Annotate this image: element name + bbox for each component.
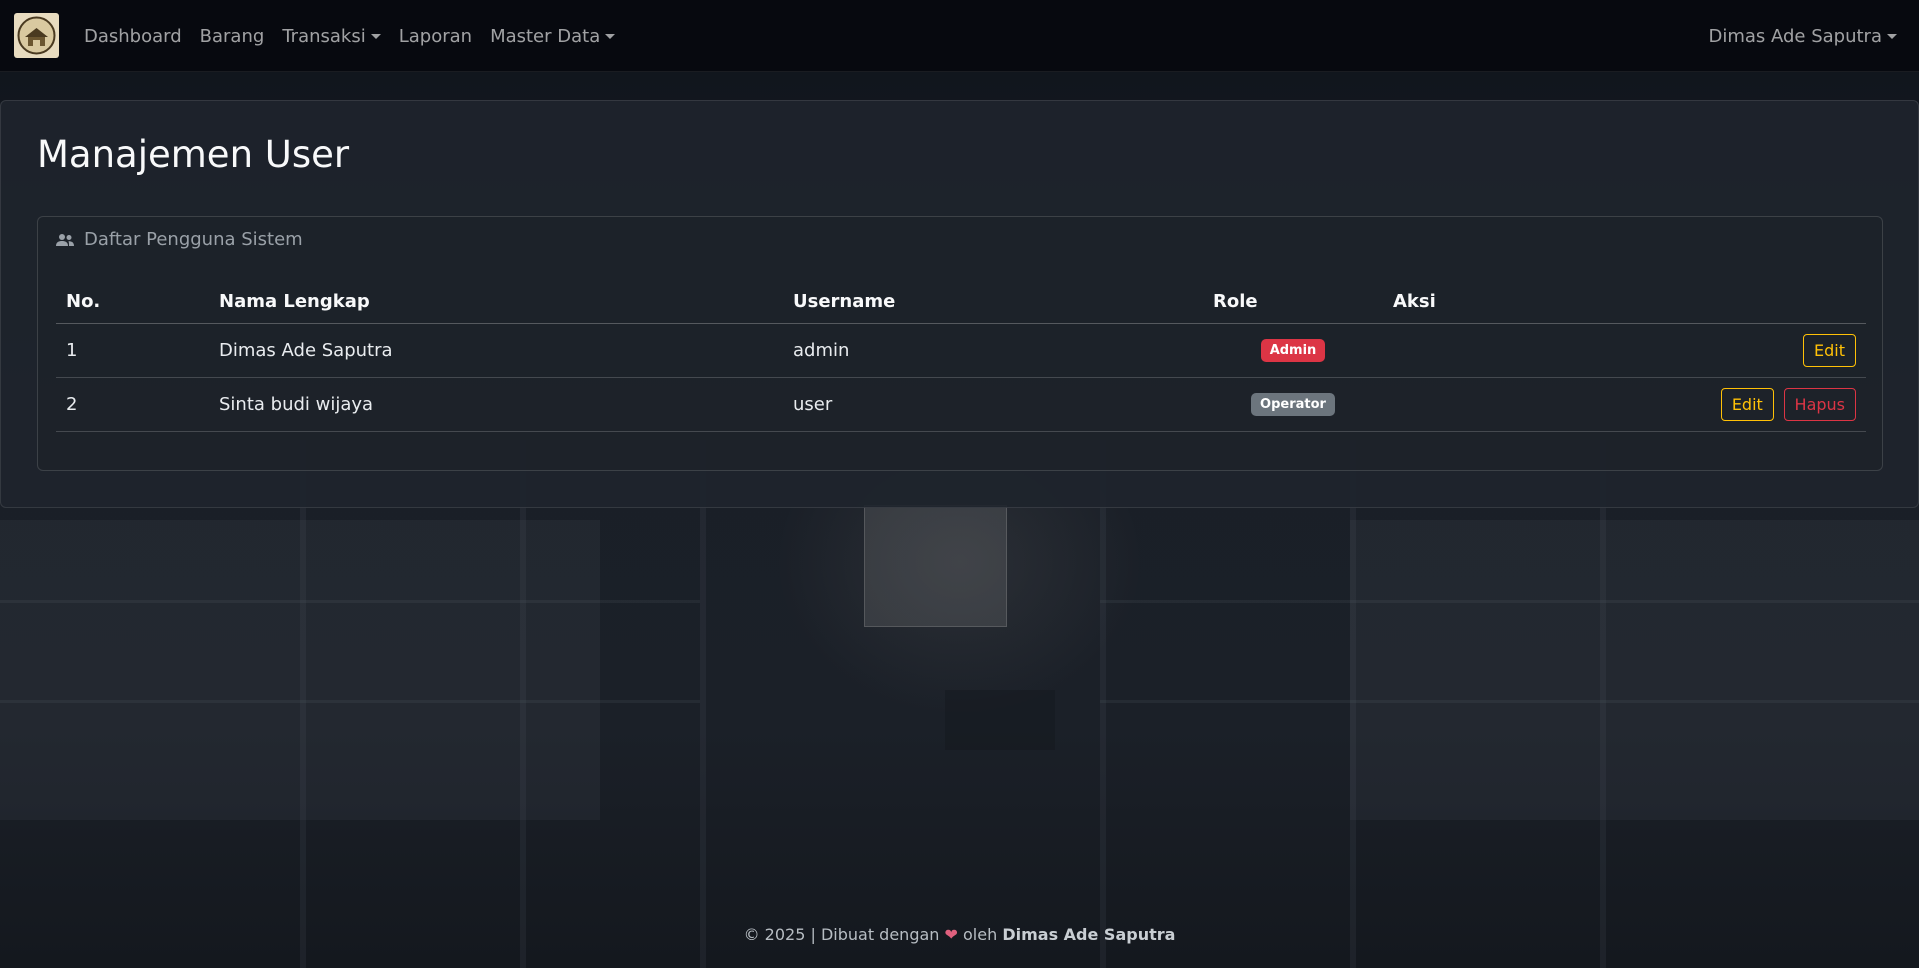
cell-actions: Edit — [1383, 323, 1866, 378]
nav-dropdown-master-data[interactable]: Master Data — [481, 26, 624, 47]
nav-link-barang[interactable]: Barang — [191, 26, 274, 47]
users-icon — [56, 233, 74, 246]
table-row: 2 Sinta budi wijaya user Operator Edit H… — [56, 377, 1866, 432]
caret-down-icon — [370, 33, 381, 39]
cell-no: 1 — [56, 323, 209, 378]
user-name: Dimas Ade Saputra — [1708, 25, 1882, 47]
page-title: Manajemen User — [37, 133, 350, 176]
cell-username: user — [783, 377, 1203, 432]
cell-no: 2 — [56, 377, 209, 432]
edit-button[interactable]: Edit — [1803, 333, 1856, 367]
cell-name: Dimas Ade Saputra — [209, 323, 783, 378]
caret-down-icon — [1887, 33, 1897, 39]
footer-author: Dimas Ade Saputra — [1002, 925, 1176, 944]
warehouse-poster — [864, 505, 1007, 627]
edit-button[interactable]: Edit — [1720, 387, 1774, 421]
user-menu-dropdown[interactable]: Dimas Ade Saputra — [1708, 0, 1897, 72]
user-list-card: Daftar Pengguna Sistem No. Nama Lengkap … — [37, 216, 1883, 471]
footer-middle: oleh — [963, 925, 998, 944]
card-header-label: Daftar Pengguna Sistem — [84, 229, 303, 250]
footer: © 2025 | Dibuat dengan ❤ oleh Dimas Ade … — [0, 925, 1919, 944]
column-header-role: Role — [1203, 281, 1383, 324]
column-header-aksi: Aksi — [1383, 281, 1866, 324]
nav-link-dashboard[interactable]: Dashboard — [75, 26, 191, 47]
table-row: 1 Dimas Ade Saputra admin Admin Edit — [56, 323, 1866, 378]
table-header-row: No. Nama Lengkap Username Role Aksi — [56, 281, 1866, 324]
cell-role: Admin — [1203, 323, 1383, 378]
column-header-name: Nama Lengkap — [209, 281, 783, 324]
navbar: Dashboard Barang Transaksi Laporan Maste… — [0, 0, 1919, 72]
nav-link-laporan[interactable]: Laporan — [390, 26, 481, 47]
cell-username: admin — [783, 323, 1203, 378]
card-header: Daftar Pengguna Sistem — [56, 229, 303, 250]
role-badge-operator: Operator — [1251, 393, 1335, 416]
nav-links: Dashboard Barang Transaksi Laporan Maste… — [75, 0, 624, 72]
warehouse-door — [945, 690, 1055, 750]
users-table: No. Nama Lengkap Username Role Aksi 1 Di… — [56, 281, 1866, 432]
role-badge-admin: Admin — [1260, 339, 1326, 362]
cell-name: Sinta budi wijaya — [209, 377, 783, 432]
cell-role: Operator — [1203, 377, 1383, 432]
footer-prefix: © 2025 | Dibuat dengan — [743, 925, 940, 944]
caret-down-icon — [605, 33, 616, 39]
column-header-username: Username — [783, 281, 1203, 324]
warehouse-logo-icon — [17, 16, 56, 55]
nav-dropdown-transaksi[interactable]: Transaksi — [273, 26, 389, 47]
heart-icon: ❤ — [944, 925, 958, 944]
column-header-no: No. — [56, 281, 209, 324]
delete-button[interactable]: Hapus — [1783, 387, 1856, 421]
brand-logo[interactable] — [14, 13, 59, 58]
cell-actions: Edit Hapus — [1383, 377, 1866, 432]
